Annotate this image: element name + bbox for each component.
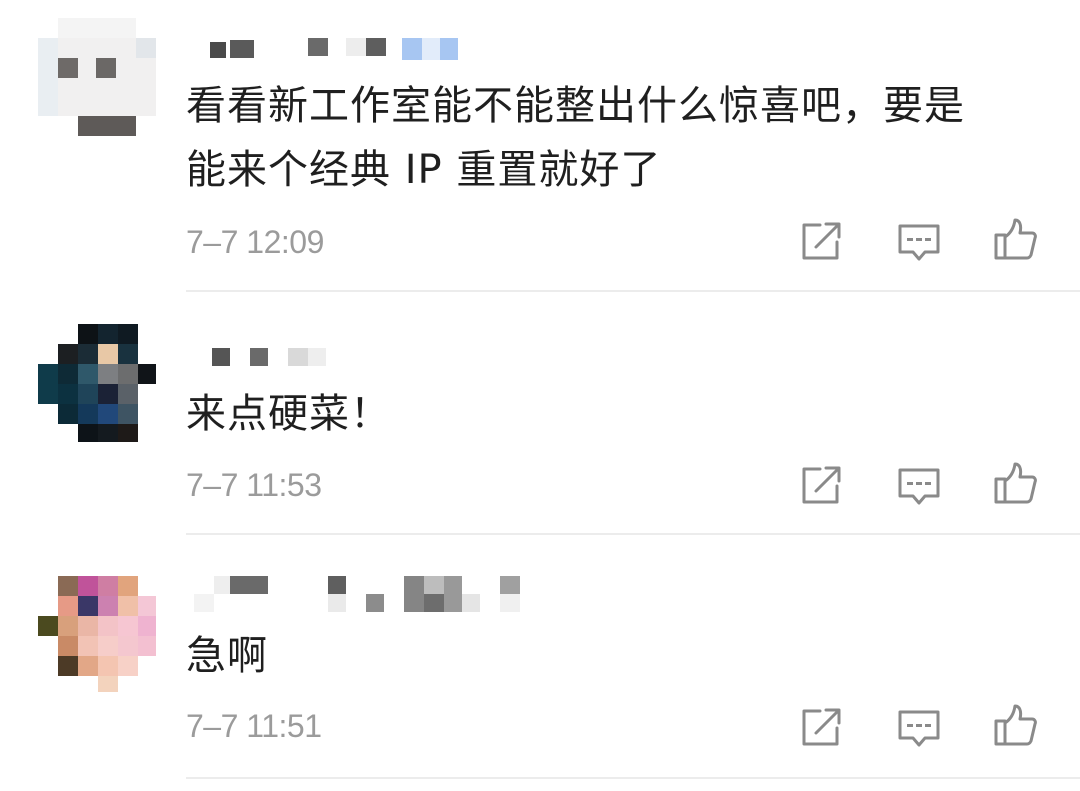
like-button[interactable] (992, 702, 1038, 748)
thumbs-up-icon (994, 218, 1037, 260)
share-button[interactable] (798, 462, 844, 508)
reply-button[interactable] (896, 462, 942, 508)
comment-text: 看看新工作室能不能整出什么惊喜吧，要是 能来个经典 IP 重置就好了 (186, 74, 1046, 202)
divider (186, 533, 1080, 535)
share-button[interactable] (798, 704, 844, 750)
comment-text-line: 看看新工作室能不能整出什么惊喜吧，要是 (186, 83, 965, 129)
comment-text-line: 来点硬菜！ (186, 391, 391, 437)
comment-timestamp: 7–7 11:51 (186, 708, 322, 744)
share-button[interactable] (798, 218, 844, 264)
comment-text: 急啊 (186, 624, 1046, 688)
comment-item: 急啊 7–7 11:51 (0, 536, 1080, 791)
comment-text-line: 能来个经典 IP 重置就好了 (186, 147, 662, 193)
comment-timestamp: 7–7 12:09 (186, 224, 324, 260)
comment-timestamp: 7–7 11:53 (186, 467, 322, 503)
comment-icon (898, 224, 940, 261)
thumbs-up-icon (994, 462, 1037, 504)
share-icon (802, 708, 841, 746)
avatar[interactable] (38, 18, 156, 136)
avatar[interactable] (38, 324, 156, 442)
comment-icon (898, 468, 940, 505)
avatar[interactable] (38, 576, 156, 694)
comment-icon (898, 710, 940, 747)
divider (186, 777, 1080, 779)
share-icon (802, 222, 841, 260)
like-button[interactable] (992, 216, 1038, 262)
comment-item: 来点硬菜！ 7–7 11:53 (0, 292, 1080, 536)
reply-button[interactable] (896, 218, 942, 264)
comment-text-line: 急啊 (186, 633, 268, 679)
comment-text: 来点硬菜！ (186, 382, 1046, 446)
reply-button[interactable] (896, 704, 942, 750)
like-button[interactable] (992, 460, 1038, 506)
thumbs-up-icon (994, 704, 1037, 746)
comment-item: 看看新工作室能不能整出什么惊喜吧，要是 能来个经典 IP 重置就好了 7–7 1… (0, 0, 1080, 292)
share-icon (802, 466, 841, 504)
